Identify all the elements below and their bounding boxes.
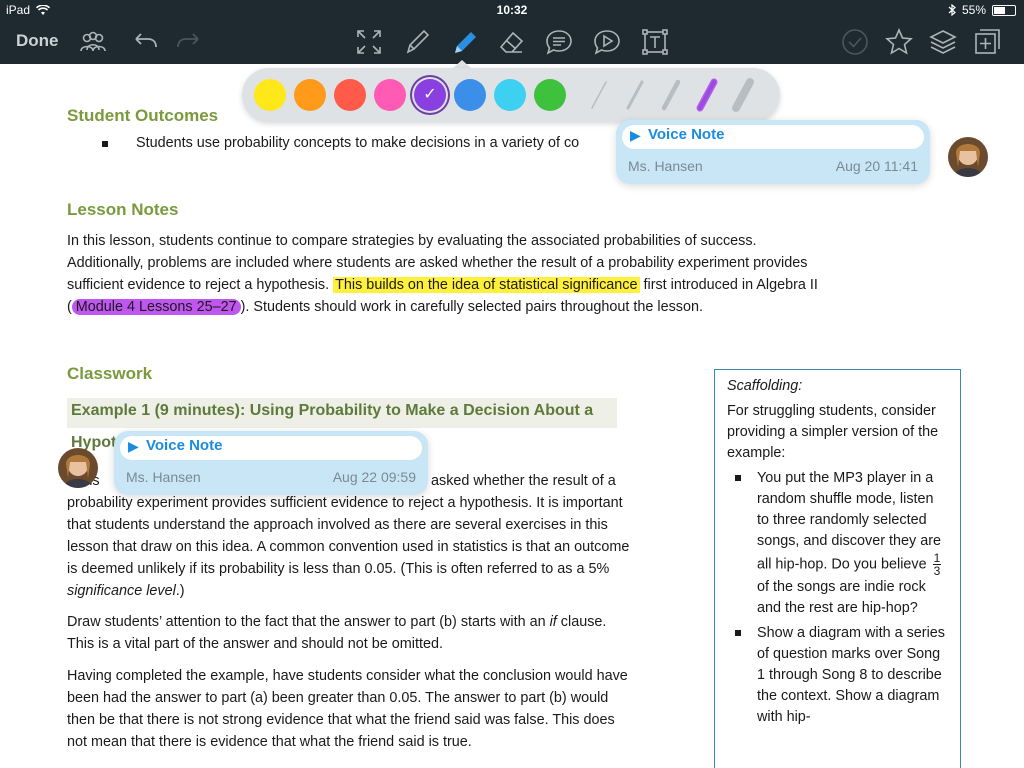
lesson-notes-line: sufficient evidence to reject a hypothes… [67,274,917,296]
text-box-icon[interactable] [640,27,670,57]
text-run: Draw students’ attention to the fact tha… [67,614,550,630]
battery-percent: 55% [961,3,986,17]
voice-note-author: Ms. Hansen [628,158,703,174]
marker-icon[interactable] [449,27,479,57]
users-icon[interactable] [78,27,108,57]
eraser-icon[interactable] [496,27,526,57]
having-paragraph-line: Having completed the example, have stude… [67,668,628,684]
bullet [735,475,741,481]
example-text-line: significance level.) [67,580,185,602]
scaffolding-item: You put the MP3 player in a random shuff… [727,468,948,619]
lesson-notes-line: In this lesson, students continue to com… [67,233,757,249]
draw-paragraph-line: Draw students’ attention to the fact tha… [67,611,707,633]
scaffolding-title: Scaffolding: [727,378,803,394]
play-icon[interactable]: ▶ [128,438,139,455]
pencil-icon[interactable] [402,27,432,57]
having-paragraph-line: then be that there is not strong evidenc… [67,712,615,728]
done-button[interactable]: Done [16,31,59,51]
voice-note-label: Voice Note [146,437,223,454]
bullet [102,141,108,147]
text-run: first introduced in Algebra II [639,277,818,293]
avatar[interactable] [948,137,988,177]
text-run: clause. [556,614,607,630]
text-run: of the songs are indie rock and the rest… [757,579,926,616]
draw-paragraph-line: This is a vital part of the answer and s… [67,636,443,652]
text-run: Show a diagram with a series of question… [757,625,945,725]
italic-term: if [549,614,557,630]
battery-icon [992,4,1016,16]
status-bar: iPad 10:32 55% [0,0,1024,20]
voice-note-date: Aug 20 11:41 [835,158,918,174]
status-time: 10:32 [496,3,528,17]
undo-icon[interactable] [130,27,160,57]
scaffolding-intro: For struggling students, consider provid… [727,403,939,461]
bullet [735,630,741,636]
example-text-line: lesson that draw on this idea. A common … [67,539,630,555]
example-text-fragment: asked whether the result of a [431,473,616,489]
add-page-icon[interactable] [972,27,1002,57]
play-icon[interactable]: ▶ [630,127,641,144]
redo-icon[interactable] [174,27,204,57]
voice-note-date: Aug 22 09:59 [332,469,416,485]
expand-icon[interactable] [354,27,384,57]
voice-note-author: Ms. Hansen [126,469,201,485]
voice-note[interactable]: ▶ Voice Note Ms. Hansen Aug 20 11:41 [616,120,930,184]
scaffolding-item: Show a diagram with a series of question… [727,623,948,728]
bluetooth-icon [948,4,956,16]
yellow-highlight[interactable]: This builds on the idea of statistical s… [333,277,640,293]
lesson-notes-line: Additionally, problems are included wher… [67,255,808,271]
scaffolding-box: Scaffolding: For struggling students, co… [714,369,961,768]
lesson-notes-line: (Module 4 Lessons 25–27). Students shoul… [67,296,917,318]
example-text-line: probability experiment provides sufficie… [67,495,623,511]
text-run: ). Students should work in carefully sel… [240,299,703,315]
example-title: Example 1 (9 minutes): Using Probability… [71,402,594,419]
voice-note-label: Voice Note [648,126,725,143]
layers-icon[interactable] [928,27,958,57]
text-run: sufficient evidence to reject a hypothes… [67,277,334,293]
example-text-line: is deemed unlikely if its probability is… [67,561,610,577]
voice-note[interactable]: ▶ Voice Note Ms. Hansen Aug 22 09:59 [114,431,428,495]
lesson-notes-heading: Lesson Notes [67,200,179,219]
battery-fill [994,6,1005,14]
student-outcome-text: Students use probability concepts to mak… [136,135,580,151]
student-outcomes-heading: Student Outcomes [67,106,219,125]
having-paragraph-line: been had the answer to part (a) been gre… [67,690,609,706]
toolbar: Done [0,20,1024,64]
check-icon[interactable] [840,27,870,57]
classwork-heading: Classwork [67,364,153,383]
fraction: 13 [932,552,942,578]
fraction-denominator: 3 [933,564,941,578]
text-run: You put the MP3 player in a random shuff… [757,470,941,573]
voice-comment-icon[interactable] [592,27,622,57]
example-text-line: that students understand the approach in… [67,517,608,533]
star-icon[interactable] [884,27,914,57]
purple-highlight[interactable]: Module 4 Lessons 25–27 [71,299,241,315]
having-paragraph-line: not mean that there is evidence that wha… [67,734,472,750]
comment-icon[interactable] [544,27,574,57]
text-run: .) [175,583,185,599]
avatar[interactable] [58,448,98,488]
italic-term: significance level [67,583,176,599]
